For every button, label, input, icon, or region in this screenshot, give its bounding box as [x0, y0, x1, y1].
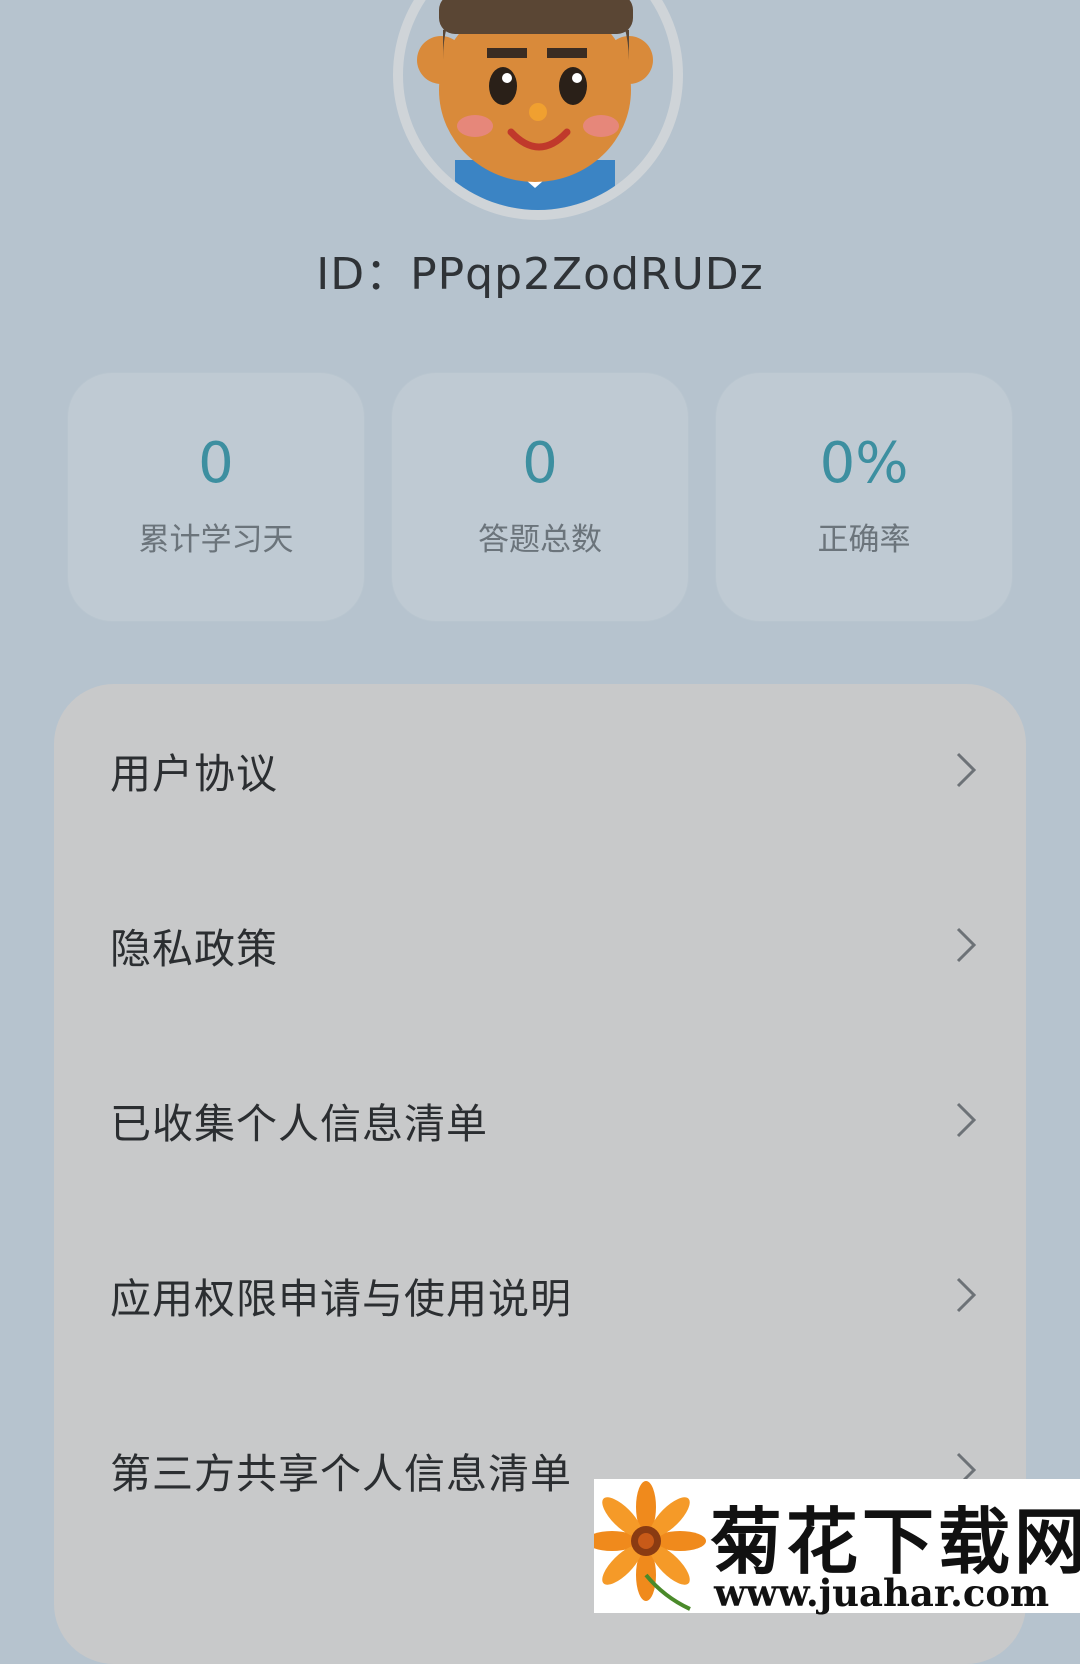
stat-label: 答题总数 — [478, 521, 602, 558]
chevron-right-icon — [956, 927, 977, 963]
chevron-right-icon — [956, 1102, 977, 1138]
menu-item-label: 隐私政策 — [110, 925, 278, 973]
menu-item-privacy-policy[interactable]: 隐私政策 — [54, 875, 1026, 1015]
flower-logo-icon — [594, 1481, 706, 1611]
stat-card-accuracy: 0% 正确率 — [716, 373, 1012, 621]
stat-value: 0 — [522, 430, 558, 496]
chevron-right-icon — [956, 752, 977, 788]
menu-item-user-agreement[interactable]: 用户协议 — [54, 700, 1026, 840]
menu-item-label: 已收集个人信息清单 — [110, 1100, 488, 1148]
stat-label: 正确率 — [817, 521, 911, 558]
stat-label: 累计学习天 — [138, 521, 294, 558]
watermark-overlay: 菊花下载网 www.juahar.com — [594, 1479, 1080, 1615]
avatar[interactable] — [393, 0, 683, 220]
stat-value: 0 — [198, 430, 234, 496]
stat-card-total-answers: 0 答题总数 — [392, 373, 688, 621]
stat-card-study-days: 0 累计学习天 — [68, 373, 364, 621]
stats-row: 0 累计学习天 0 答题总数 0% 正确率 — [68, 373, 1012, 621]
menu-item-collected-info-list[interactable]: 已收集个人信息清单 — [54, 1050, 1026, 1190]
cartoon-boy-avatar-icon — [417, 0, 653, 210]
user-id-label: ID：PPqp2ZodRUDz — [316, 249, 764, 300]
stat-value: 0% — [819, 430, 909, 496]
menu-item-label: 用户协议 — [110, 750, 278, 798]
menu-item-label: 应用权限申请与使用说明 — [110, 1275, 572, 1323]
menu-item-permissions-description[interactable]: 应用权限申请与使用说明 — [54, 1225, 1026, 1365]
menu-item-label: 第三方共享个人信息清单 — [110, 1450, 572, 1498]
chevron-right-icon — [956, 1277, 977, 1313]
watermark-url: www.juahar.com — [714, 1571, 1050, 1615]
